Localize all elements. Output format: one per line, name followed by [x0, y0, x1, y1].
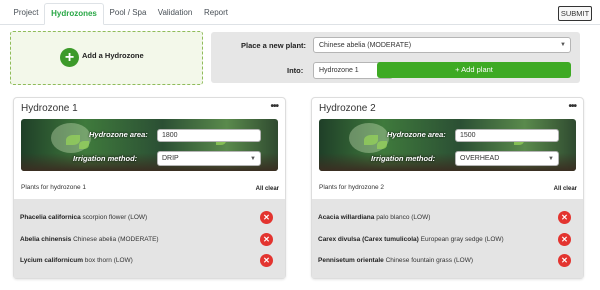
- irrigation-select[interactable]: DRIP ▼: [157, 151, 261, 166]
- plant-select[interactable]: Chinese abelia (MODERATE) ▼: [313, 37, 571, 53]
- plant-scientific-name: Lycium californicum: [20, 257, 83, 264]
- leaf-decoration: [364, 135, 378, 145]
- all-clear-button[interactable]: All clear: [256, 186, 279, 192]
- plant-common-name: Chinese abelia (MODERATE): [73, 236, 159, 243]
- more-icon[interactable]: •••: [270, 101, 278, 112]
- tab-report[interactable]: Report: [198, 4, 234, 24]
- submit-button[interactable]: SUBMIT: [558, 6, 592, 21]
- plant-scientific-name: Pennisetum orientale: [318, 257, 384, 264]
- chevron-down-icon: ▼: [548, 156, 554, 162]
- plants-heading: Plants for hydrozone 1: [21, 184, 87, 191]
- list-item: Phacelia californica scorpion flower (LO…: [20, 214, 147, 221]
- hydrozone-title: Hydrozone 2: [319, 103, 376, 114]
- plant-common-name: palo blanco (LOW): [376, 214, 431, 221]
- close-icon[interactable]: ✕: [558, 254, 571, 267]
- hydrozone-banner: Hydrozone area: 1500 Irrigation method: …: [319, 119, 576, 171]
- tab-validation[interactable]: Validation: [152, 4, 198, 24]
- leaf-decoration: [66, 135, 80, 145]
- hydrozone-select-value: Hydrozone 1: [319, 67, 359, 74]
- hydrozone-title: Hydrozone 1: [21, 103, 78, 114]
- area-label: Hydrozone area:: [89, 130, 148, 139]
- plant-list: Acacia willardiana palo blanco (LOW) ✕ C…: [312, 199, 583, 278]
- area-label: Hydrozone area:: [387, 130, 446, 139]
- irrigation-select-value: OVERHEAD: [460, 155, 500, 162]
- list-item: Lycium californicum box thorn (LOW): [20, 257, 133, 264]
- list-item: Pennisetum orientale Chinese fountain gr…: [318, 257, 473, 264]
- area-input[interactable]: 1500: [455, 129, 559, 142]
- close-icon[interactable]: ✕: [558, 211, 571, 224]
- hydrozone-banner: Hydrozone area: 1800 Irrigation method: …: [21, 119, 278, 171]
- plant-select-label: Place a new plant:: [241, 41, 307, 50]
- plant-list: Phacelia californica scorpion flower (LO…: [14, 199, 285, 278]
- chevron-down-icon: ▼: [560, 42, 566, 48]
- hydrozone-card: Hydrozone 1 ••• Hydrozone area: 1800 Irr…: [13, 97, 286, 279]
- plus-icon[interactable]: +: [60, 48, 79, 67]
- more-icon[interactable]: •••: [568, 101, 576, 112]
- plants-heading: Plants for hydrozone 2: [319, 184, 385, 191]
- area-input[interactable]: 1800: [157, 129, 261, 142]
- tab-pool-spa[interactable]: Pool / Spa: [104, 4, 152, 24]
- close-icon[interactable]: ✕: [260, 233, 273, 246]
- plant-select-value: Chinese abelia (MODERATE): [319, 42, 412, 49]
- hydrozone-card: Hydrozone 2 ••• Hydrozone area: 1500 Irr…: [311, 97, 584, 279]
- into-label: Into:: [287, 66, 304, 75]
- all-clear-button[interactable]: All clear: [554, 186, 577, 192]
- add-hydrozone-label: Add a Hydrozone: [82, 51, 144, 60]
- leaf-decoration: [377, 141, 387, 149]
- plant-scientific-name: Acacia willardiana: [318, 214, 375, 221]
- irrigation-select-value: DRIP: [162, 155, 179, 162]
- tab-hydrozones[interactable]: Hydrozones: [44, 3, 104, 25]
- leaf-decoration: [79, 141, 89, 149]
- tab-bar: Project Hydrozones Pool / Spa Validation…: [0, 0, 600, 25]
- place-plant-panel: Place a new plant: Chinese abelia (MODER…: [211, 32, 580, 83]
- chevron-down-icon: ▼: [250, 156, 256, 162]
- plant-scientific-name: Abelia chinensis: [20, 236, 72, 243]
- irrigation-label: Irrigation method:: [73, 154, 138, 163]
- list-item: Acacia willardiana palo blanco (LOW): [318, 214, 430, 221]
- add-hydrozone-button[interactable]: + Add a Hydrozone: [10, 31, 203, 85]
- close-icon[interactable]: ✕: [558, 233, 571, 246]
- close-icon[interactable]: ✕: [260, 211, 273, 224]
- irrigation-label: Irrigation method:: [371, 154, 436, 163]
- close-icon[interactable]: ✕: [260, 254, 273, 267]
- plant-scientific-name: Phacelia californica: [20, 214, 81, 221]
- irrigation-select[interactable]: OVERHEAD ▼: [455, 151, 559, 166]
- plant-common-name: Chinese fountain grass (LOW): [385, 257, 473, 264]
- list-item: Carex divulsa (Carex tumulicola) Europea…: [318, 236, 504, 243]
- plant-common-name: scorpion flower (LOW): [82, 214, 148, 221]
- list-item: Abelia chinensis Chinese abelia (MODERAT…: [20, 236, 159, 243]
- plant-scientific-name: Carex divulsa (Carex tumulicola): [318, 236, 419, 243]
- plant-common-name: European gray sedge (LOW): [420, 236, 504, 243]
- tab-project[interactable]: Project: [8, 4, 44, 24]
- add-plant-button[interactable]: + Add plant: [377, 62, 571, 78]
- plant-common-name: box thorn (LOW): [84, 257, 133, 264]
